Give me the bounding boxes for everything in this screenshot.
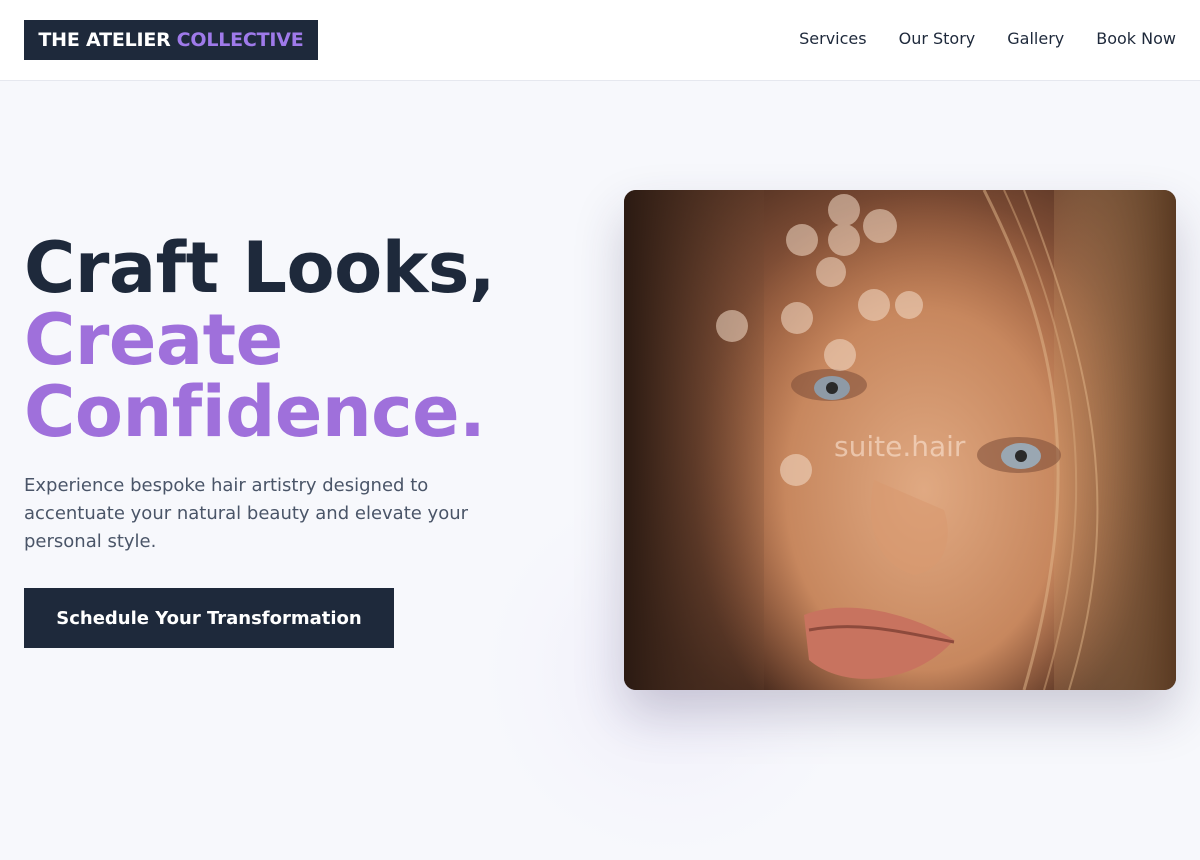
nav-item-book-now[interactable]: Book Now xyxy=(1096,29,1176,48)
main-nav: Services Our Story Gallery Book Now xyxy=(799,29,1176,48)
schedule-transformation-button[interactable]: Schedule Your Transformation xyxy=(24,588,394,648)
brand-name-part2: COLLECTIVE xyxy=(176,29,304,51)
site-header: THE ATELIER COLLECTIVE Services Our Stor… xyxy=(0,0,1200,81)
hero-subtext: Experience bespoke hair artistry designe… xyxy=(24,475,469,552)
headline-line-3: Confidence. xyxy=(24,371,486,453)
brand-name-part1: THE ATELIER xyxy=(38,29,171,51)
headline-line-1: Craft Looks, xyxy=(24,227,496,309)
brand-logo[interactable]: THE ATELIER COLLECTIVE xyxy=(24,20,318,60)
hero-portrait-image: suite.hair xyxy=(624,190,1176,690)
hero-headline: Craft Looks, Create Confidence. xyxy=(24,232,584,448)
nav-item-our-story[interactable]: Our Story xyxy=(899,29,976,48)
image-watermark: suite.hair xyxy=(834,430,966,463)
nav-item-gallery[interactable]: Gallery xyxy=(1007,29,1064,48)
nav-item-services[interactable]: Services xyxy=(799,29,866,48)
headline-line-2: Create xyxy=(24,299,283,381)
